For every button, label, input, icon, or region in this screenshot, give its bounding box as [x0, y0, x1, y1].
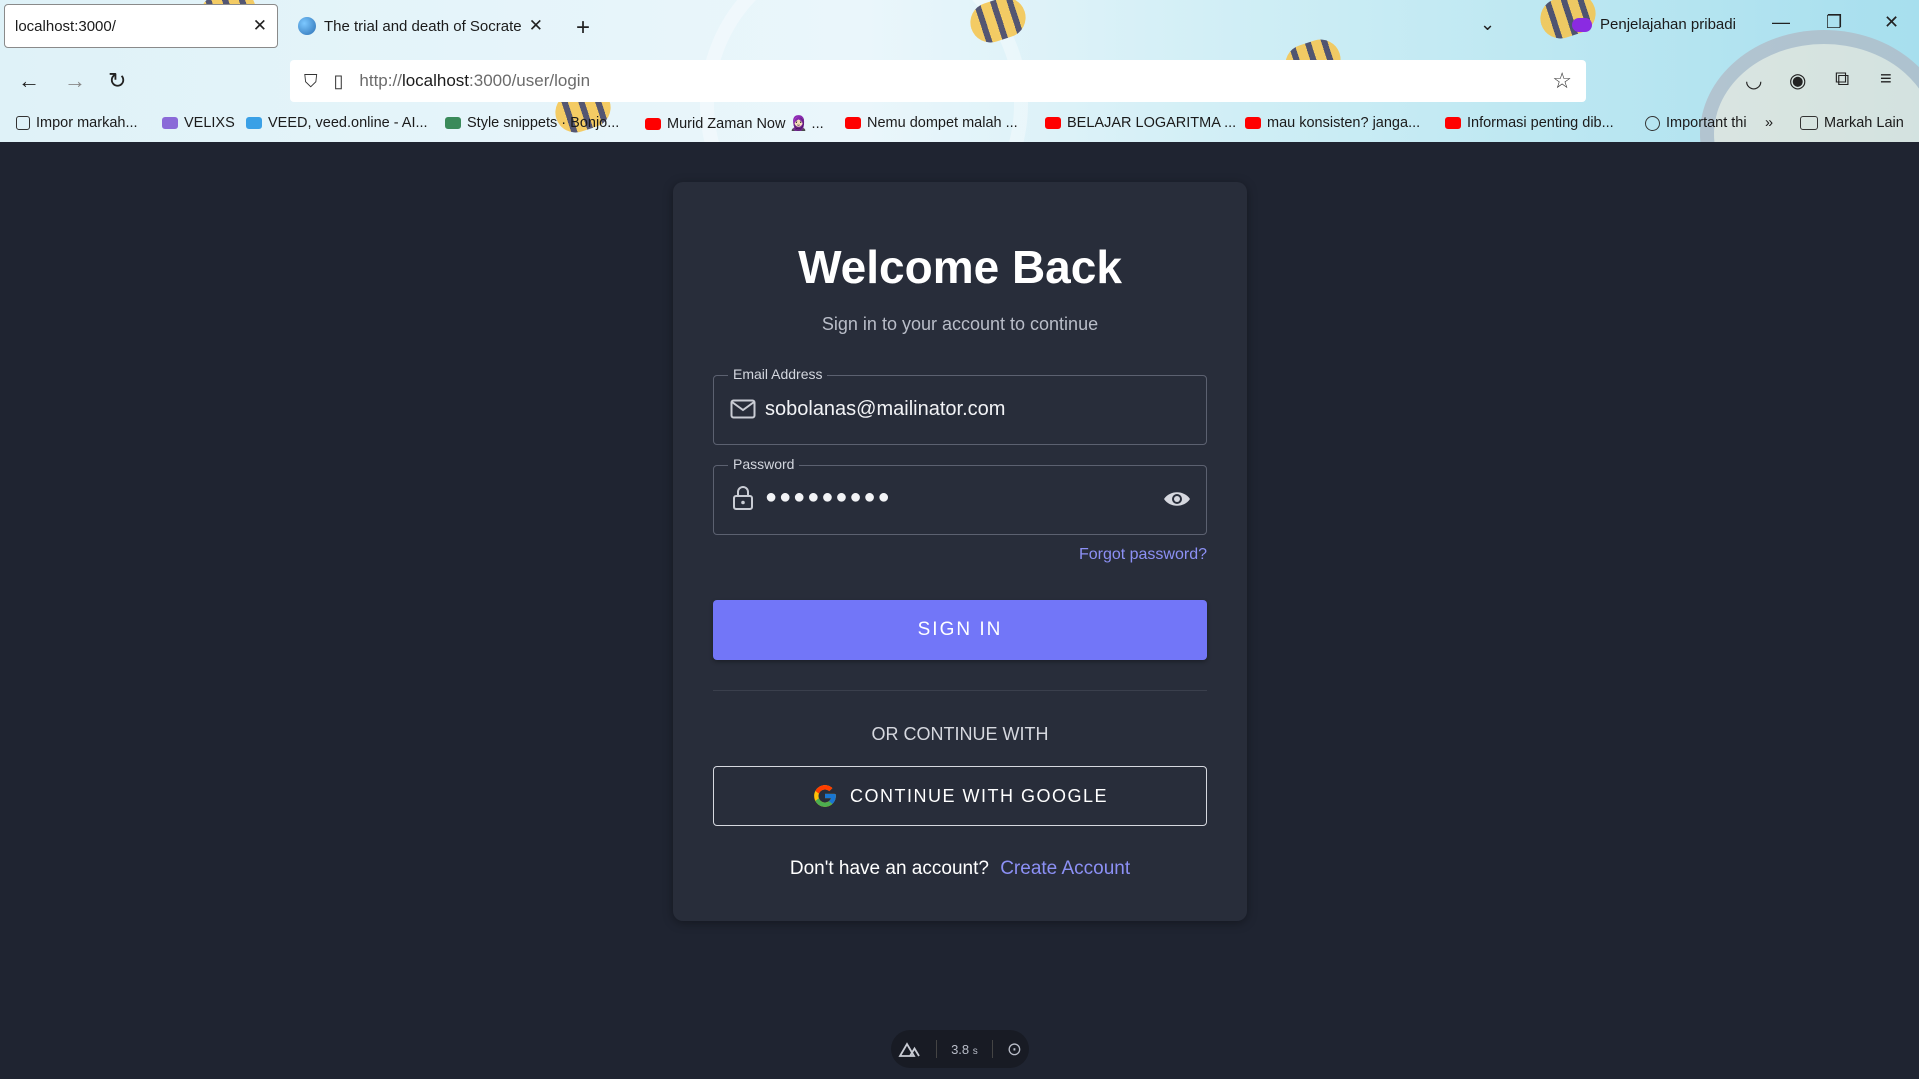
password-label: Password — [728, 456, 800, 472]
bookmark-item[interactable]: BELAJAR LOGARITMA ... — [1045, 115, 1236, 131]
shield-icon[interactable]: ⛉ — [304, 71, 318, 92]
forward-button[interactable]: → — [64, 68, 86, 94]
nuxt-logo-icon[interactable] — [898, 1041, 922, 1057]
close-tab-icon[interactable]: ✕ — [529, 16, 543, 36]
youtube-icon — [645, 117, 661, 130]
bookmarks-bar: Impor markah... VELIXS VEED, veed.online… — [0, 112, 1919, 138]
render-time: 3.8 s — [951, 1041, 978, 1057]
tab-title: The trial and death of Socrates — [324, 17, 521, 35]
style-icon — [445, 117, 461, 129]
tab-title: localhost:3000/ — [15, 17, 116, 35]
bookmark-item[interactable]: mau konsisten? janga... — [1245, 115, 1420, 131]
login-card: Welcome Back Sign in to your account to … — [673, 182, 1247, 921]
browser-chrome: localhost:3000/ ✕ The trial and death of… — [0, 0, 1919, 142]
tab-bar: localhost:3000/ ✕ The trial and death of… — [0, 0, 1919, 56]
wikipedia-icon — [298, 17, 316, 35]
password-field[interactable]: Password ●●●●●●●●● — [713, 456, 1207, 535]
bookmark-item[interactable]: Informasi penting dib... — [1445, 115, 1614, 131]
google-button-label: CONTINUE WITH GOOGLE — [849, 785, 1108, 806]
restore-button[interactable]: ❐ — [1826, 12, 1842, 33]
bookmark-item[interactable]: Murid Zaman Now 🧕🏻 ... — [645, 115, 824, 132]
bookmark-item[interactable]: Impor markah... — [16, 115, 138, 131]
bookmarks-overflow-button[interactable]: » — [1765, 115, 1773, 131]
lock-icon — [733, 486, 753, 510]
globe-icon — [1645, 115, 1660, 131]
mail-icon — [730, 399, 756, 419]
private-browsing-label: Penjelajahan pribadi — [1600, 16, 1736, 33]
other-bookmarks[interactable]: Markah Lain — [1800, 115, 1904, 131]
page-icon[interactable]: ▯ — [334, 71, 344, 92]
back-button[interactable]: ← — [18, 68, 40, 94]
private-mask-icon — [1572, 17, 1592, 32]
new-tab-button[interactable]: + — [576, 14, 590, 42]
private-browsing-indicator: Penjelajahan pribadi — [1572, 16, 1736, 33]
sign-in-button[interactable]: SIGN IN — [713, 600, 1207, 660]
close-tab-icon[interactable]: ✕ — [253, 16, 267, 36]
password-input-value[interactable]: ●●●●●●●●● — [765, 486, 892, 509]
bookmark-item[interactable]: Important thi — [1645, 115, 1747, 131]
youtube-icon — [845, 117, 861, 129]
page-subtitle: Sign in to your account to continue — [821, 314, 1099, 334]
or-continue-label: OR CONTINUE WITH — [871, 724, 1049, 744]
folder-icon — [1800, 116, 1818, 130]
continue-with-google-button[interactable]: CONTINUE WITH GOOGLE — [713, 766, 1207, 826]
account-icon[interactable]: ◉ — [1789, 68, 1806, 93]
bookmark-item[interactable]: VELIXS — [162, 115, 235, 131]
create-account-link[interactable]: Create Account — [1000, 858, 1130, 879]
forgot-password-link[interactable]: Forgot password? — [1079, 546, 1207, 564]
divider — [713, 690, 1207, 691]
email-field[interactable]: Email Address sobolanas@mailinator.com — [713, 366, 1207, 445]
reload-button[interactable]: ↻ — [108, 68, 126, 94]
no-account-text: Don't have an account? — [789, 858, 989, 879]
separator — [991, 1040, 993, 1058]
import-icon — [16, 116, 30, 130]
email-input-value[interactable]: sobolanas@mailinator.com — [765, 398, 1005, 421]
veed-icon — [246, 117, 262, 129]
youtube-icon — [1245, 117, 1261, 129]
minimize-button[interactable]: — — [1772, 12, 1790, 33]
email-label: Email Address — [728, 366, 828, 382]
tab-localhost[interactable]: localhost:3000/ ✕ — [4, 4, 278, 48]
tab-list-chevron-icon[interactable]: ⌄ — [1480, 14, 1495, 35]
url-bar[interactable]: ⛉ ▯ http://localhost:3000/user/login ☆ — [290, 60, 1586, 102]
menu-icon[interactable]: ≡ — [1880, 68, 1892, 91]
bookmark-item[interactable]: VEED, veed.online - AI... — [246, 115, 428, 131]
extensions-icon[interactable]: ⧉ — [1835, 68, 1849, 91]
target-icon[interactable]: ⊙ — [1007, 1039, 1022, 1060]
url-text[interactable]: http://localhost:3000/user/login — [359, 71, 1552, 91]
velixs-icon — [162, 117, 178, 129]
youtube-icon — [1445, 117, 1461, 129]
bookmark-item[interactable]: Style snippets · Bonjo... — [445, 115, 619, 131]
google-icon — [814, 785, 836, 807]
bookmark-item[interactable]: Nemu dompet malah ... — [845, 115, 1018, 131]
show-password-eye-icon[interactable] — [1162, 488, 1192, 510]
signup-prompt: Don't have an account? Create Account — [673, 858, 1247, 880]
pocket-icon[interactable]: ◡ — [1745, 68, 1762, 93]
close-window-button[interactable]: ✕ — [1884, 12, 1899, 33]
tab-socrates[interactable]: The trial and death of Socrates ✕ — [288, 4, 553, 48]
youtube-icon — [1045, 117, 1061, 129]
separator — [936, 1040, 938, 1058]
devtools-toolbar[interactable]: 3.8 s ⊙ — [891, 1030, 1029, 1068]
bookmark-star-icon[interactable]: ☆ — [1552, 68, 1572, 94]
page-title: Welcome Back — [798, 241, 1122, 293]
